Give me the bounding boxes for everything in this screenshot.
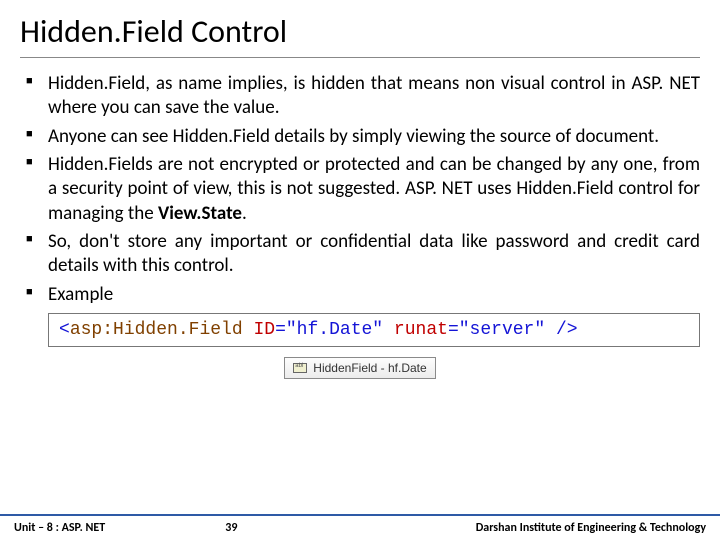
footer-institute: Darshan Institute of Engineering & Techn…: [476, 521, 706, 535]
bullet-item: Anyone can see Hidden.Field details by s…: [48, 125, 700, 149]
bullet-text: Anyone can see Hidden.Field details by s…: [48, 125, 659, 148]
slide-content: Hidden.Field, as name implies, is hidden…: [20, 72, 700, 540]
code-token: />: [545, 320, 577, 340]
bullet-text: So, don't store any important or confide…: [48, 230, 700, 277]
code-token: ="server": [448, 320, 545, 340]
footer-page-number: 39: [105, 521, 475, 535]
code-token: runat: [394, 320, 448, 340]
designer-badge: HiddenField - hf.Date: [284, 357, 435, 379]
code-token: <: [59, 320, 70, 340]
code-token: asp:: [70, 320, 113, 340]
bullet-text: Hidden.Field, as name implies, is hidden…: [48, 72, 700, 119]
slide: Hidden.Field Control Hidden.Field, as na…: [0, 0, 720, 540]
hiddenfield-icon: [293, 363, 307, 373]
bullet-item: So, don't store any important or confide…: [48, 230, 700, 279]
designer-badge-wrap: HiddenField - hf.Date: [20, 357, 700, 379]
code-token: ID: [253, 320, 275, 340]
code-token: Hidden.Field: [113, 320, 243, 340]
bullet-bold: View.State: [158, 202, 242, 225]
footer-unit: Unit – 8 : ASP. NET: [14, 521, 105, 535]
slide-footer: Unit – 8 : ASP. NET 39 Darshan Institute…: [0, 514, 720, 540]
bullet-text-post: .: [242, 202, 247, 225]
bullet-item: Example: [48, 283, 700, 307]
code-token: ="hf.Date": [275, 320, 383, 340]
bullet-text: Hidden.Fields are not encrypted or prote…: [48, 153, 700, 225]
bullet-list: Hidden.Field, as name implies, is hidden…: [20, 72, 700, 307]
badge-text: HiddenField - hf.Date: [313, 361, 426, 375]
code-token: [243, 320, 254, 340]
code-example: <asp:Hidden.Field ID="hf.Date" runat="se…: [48, 313, 700, 347]
bullet-text: Example: [48, 283, 113, 306]
bullet-item: Hidden.Field, as name implies, is hidden…: [48, 72, 700, 121]
slide-title: Hidden.Field Control: [20, 12, 700, 58]
bullet-item: Hidden.Fields are not encrypted or prote…: [48, 153, 700, 226]
code-token: [383, 320, 394, 340]
